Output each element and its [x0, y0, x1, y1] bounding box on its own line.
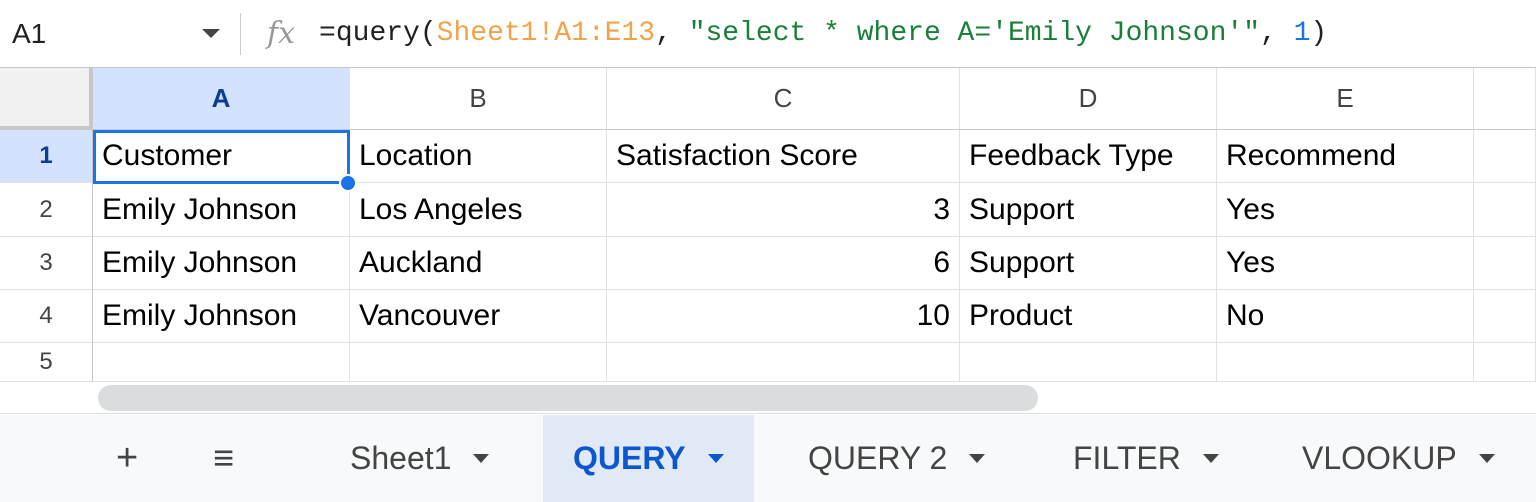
tab-sheet1[interactable]: Sheet1 — [320, 415, 519, 502]
cell-f5[interactable] — [1474, 343, 1536, 382]
cell-b1[interactable]: Location — [350, 130, 607, 183]
column-header-d[interactable]: D — [960, 68, 1217, 130]
column-header-a[interactable]: A — [93, 68, 350, 130]
formula-input[interactable]: =query(Sheet1!A1:E13, "select * where A=… — [319, 18, 1327, 49]
divider — [240, 12, 241, 55]
all-sheets-button[interactable]: ≡ — [213, 437, 234, 479]
cell-d3[interactable]: Support — [960, 237, 1217, 290]
cell-b4[interactable]: Vancouver — [350, 290, 607, 343]
cell-d4[interactable]: Product — [960, 290, 1217, 343]
cell-c4[interactable]: 10 — [607, 290, 960, 343]
column-header-e[interactable]: E — [1217, 68, 1474, 130]
cell-b5[interactable] — [350, 343, 607, 382]
cell-a1[interactable]: Customer — [93, 130, 350, 183]
cell-f1[interactable] — [1474, 130, 1536, 183]
fill-handle[interactable] — [339, 174, 357, 192]
scrollbar-thumb[interactable] — [98, 385, 1038, 411]
formula-range: Sheet1!A1:E13 — [436, 18, 656, 49]
cell-b2[interactable]: Los Angeles — [350, 183, 607, 237]
cell-d1[interactable]: Feedback Type — [960, 130, 1217, 183]
chevron-down-icon[interactable] — [1478, 454, 1495, 463]
cell-f3[interactable] — [1474, 237, 1536, 290]
row-header-3[interactable]: 3 — [0, 237, 93, 290]
tab-vlookup[interactable]: VLOOKUP — [1272, 415, 1525, 502]
cell-d2[interactable]: Support — [960, 183, 1217, 237]
name-box-value: A1 — [12, 17, 47, 49]
formula-bar: A1 fx =query(Sheet1!A1:E13, "select * wh… — [0, 0, 1536, 68]
select-all-corner[interactable] — [0, 68, 93, 130]
tab-label: VLOOKUP — [1302, 440, 1457, 476]
column-header-c[interactable]: C — [607, 68, 960, 130]
formula-close: ) — [1310, 18, 1328, 49]
cell-c5[interactable] — [607, 343, 960, 382]
column-header-b[interactable]: B — [350, 68, 607, 130]
formula-headers: 1 — [1293, 18, 1311, 49]
cell-d5[interactable] — [960, 343, 1217, 382]
sheet-tabs-bar: + ≡ Sheet1 QUERY QUERY 2 FILTER VLOOKUP — [0, 415, 1536, 502]
row-header-4[interactable]: 4 — [0, 290, 93, 343]
chevron-down-icon[interactable] — [1202, 454, 1219, 463]
cell-c1[interactable]: Satisfaction Score — [607, 130, 960, 183]
cell-e3[interactable]: Yes — [1217, 237, 1474, 290]
chevron-down-icon[interactable] — [707, 454, 724, 463]
chevron-down-icon[interactable] — [969, 454, 986, 463]
cell-a5[interactable] — [93, 343, 350, 382]
cell-e4[interactable]: No — [1217, 290, 1474, 343]
cell-a4[interactable]: Emily Johnson — [93, 290, 350, 343]
cell-c3[interactable]: 6 — [607, 237, 960, 290]
formula-query: "select * where A='Emily Johnson'" — [688, 18, 1260, 49]
cell-b3[interactable]: Auckland — [350, 237, 607, 290]
column-header-f[interactable] — [1474, 68, 1536, 130]
fx-icon: fx — [267, 16, 296, 51]
name-box[interactable]: A1 — [0, 18, 240, 50]
cell-e1[interactable]: Recommend — [1217, 130, 1474, 183]
tab-query[interactable]: QUERY — [543, 415, 754, 502]
tab-label: FILTER — [1073, 440, 1181, 476]
cell-e5[interactable] — [1217, 343, 1474, 382]
formula-sep: , — [655, 18, 689, 49]
cell-e2[interactable]: Yes — [1217, 183, 1474, 237]
cell-f4[interactable] — [1474, 290, 1536, 343]
add-sheet-button[interactable]: + — [116, 437, 138, 480]
row-header-1[interactable]: 1 — [0, 130, 93, 183]
chevron-down-icon[interactable] — [202, 29, 220, 38]
horizontal-scrollbar[interactable] — [0, 382, 1536, 414]
tab-label: QUERY — [573, 440, 686, 476]
tab-query-2[interactable]: QUERY 2 — [778, 415, 1015, 502]
cell-a2[interactable]: Emily Johnson — [93, 183, 350, 237]
cell-c2[interactable]: 3 — [607, 183, 960, 237]
row-header-5[interactable]: 5 — [0, 343, 93, 382]
tab-label: Sheet1 — [350, 440, 452, 476]
formula-fn: =query( — [319, 18, 437, 49]
formula-sep: , — [1260, 18, 1294, 49]
chevron-down-icon[interactable] — [473, 454, 490, 463]
row-header-2[interactable]: 2 — [0, 183, 93, 237]
tab-filter[interactable]: FILTER — [1043, 415, 1249, 502]
cell-a3[interactable]: Emily Johnson — [93, 237, 350, 290]
cell-f2[interactable] — [1474, 183, 1536, 237]
tab-label: QUERY 2 — [808, 440, 948, 476]
